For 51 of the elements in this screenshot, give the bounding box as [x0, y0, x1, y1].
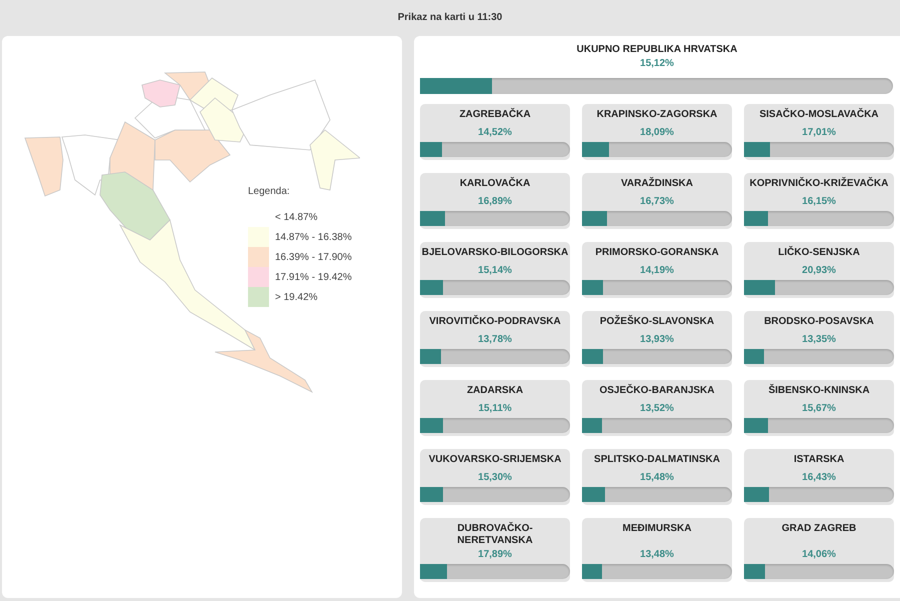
turnout-value: 13,52%: [639, 402, 675, 414]
turnout-value: 16,89%: [477, 194, 513, 208]
turnout-value: 20,93%: [801, 264, 837, 276]
turnout-value: 13,93%: [639, 332, 675, 346]
county-name: POŽEŠKO-SLAVONSKA: [598, 316, 716, 328]
turnout-value: 15,67%: [801, 402, 837, 414]
turnout-value: 13,35%: [801, 332, 837, 346]
county-name: ŠIBENSKO-KNINSKA: [767, 384, 871, 397]
county-name: SPLITSKO-DALMATINSKA: [593, 454, 721, 466]
county-name: VIROVITIČKO-PODRAVSKA: [428, 316, 562, 328]
turnout-value: 17,01%: [801, 126, 837, 138]
turnout-value: 16,43%: [801, 470, 837, 484]
turnout-value: 13,78%: [477, 332, 513, 346]
county-name: VARAŽDINSKA: [620, 178, 694, 190]
turnout-value: 14,52%: [477, 126, 513, 138]
turnout-value: 14,06%: [801, 548, 837, 560]
county-name: ZADARSKA: [466, 384, 524, 397]
county-name: PRIMORSKO-GORANSKA: [594, 246, 720, 259]
county-name: DUBROVAČKO-NERETVANSKA: [456, 522, 534, 548]
county-name: MEĐIMURSKA: [622, 522, 692, 535]
county-name: OSJEČKO-BARANJSKA: [598, 384, 716, 397]
legend-title: Legenda:: [248, 185, 291, 199]
county-name: SISAČKO-MOSLAVAČKA: [758, 108, 880, 121]
county-name: KOPRIVNIČKO-KRIŽEVAČKA: [748, 178, 890, 190]
turnout-value: 17,89%: [477, 548, 513, 560]
legend-label: > 19.42%: [275, 290, 318, 304]
county-name: KRAPINSKO-ZAGORSKA: [596, 108, 718, 121]
county-name: VUKOVARSKO-SRIJEMSKA: [428, 454, 562, 466]
turnout-value: 15,11%: [477, 402, 513, 414]
county-name: BRODSKO-POSAVSKA: [763, 316, 875, 328]
turnout-value: 15,48%: [639, 470, 675, 484]
turnout-value: 16,15%: [801, 194, 837, 208]
county-name: GRAD ZAGREB: [780, 522, 858, 535]
region-name: UKUPNO REPUBLIKA HRVATSKA: [576, 44, 738, 56]
legend-label: 16.39% - 17.90%: [275, 250, 352, 264]
turnout-value: 15,30%: [477, 470, 513, 484]
turnout-value: 14,19%: [639, 264, 675, 276]
turnout-value: 15,12%: [639, 56, 675, 70]
turnout-value: 16,73%: [639, 194, 675, 208]
legend-label: < 14.87%: [275, 210, 318, 224]
turnout-value: 15,14%: [477, 264, 513, 276]
turnout-value: 13,48%: [639, 548, 675, 560]
legend-label: 17.91% - 19.42%: [275, 270, 352, 284]
county-name: BJELOVARSKO-BILOGORSKA: [420, 246, 570, 259]
page-title: Prikaz na karti u 11:30: [398, 10, 502, 24]
county-name: ISTARSKA: [792, 454, 846, 466]
county-name: ZAGREBAČKA: [458, 108, 532, 121]
turnout-value: 18,09%: [639, 126, 675, 138]
legend-label: 14.87% - 16.38%: [275, 230, 352, 244]
county-name: KARLOVAČKA: [458, 178, 532, 190]
county-name: LIČKO-SENJSKA: [777, 246, 861, 259]
